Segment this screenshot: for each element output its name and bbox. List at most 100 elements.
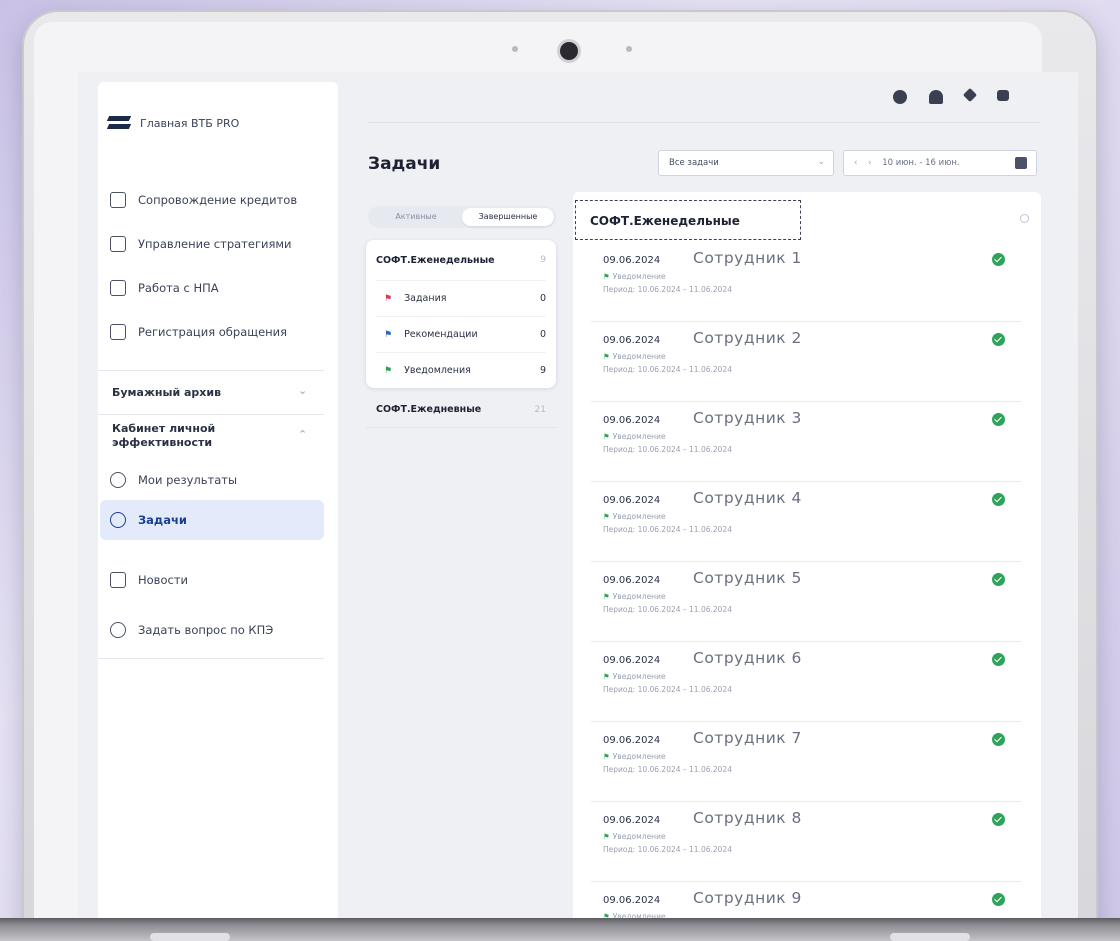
- task-date: 09.06.2024: [603, 895, 661, 906]
- task-employee: Сотрудник 9: [693, 889, 802, 907]
- task-employee: Сотрудник 4: [693, 489, 802, 507]
- settings-icon[interactable]: [893, 90, 907, 104]
- tab-active[interactable]: Активные: [370, 208, 462, 226]
- prev-week-icon[interactable]: ‹: [854, 158, 857, 168]
- task-list-panel: СОФТ.Еженедельные 09.06.2024 Сотрудник 1 ⚑…: [573, 192, 1041, 920]
- task-date: 09.06.2024: [603, 815, 661, 826]
- sidebar-item-question[interactable]: Задать вопрос по КПЭ: [110, 618, 273, 642]
- next-week-icon[interactable]: ›: [868, 158, 871, 168]
- camera-sensor-icon: [626, 46, 632, 52]
- task-period: Период: 10.06.2024 – 11.06.2024: [603, 765, 732, 774]
- chat-icon[interactable]: [997, 90, 1009, 101]
- task-filter-select[interactable]: Все задачи ⌄: [658, 150, 834, 176]
- sidebar: Главная ВТБ PRO Сопровождение кредитов У…: [98, 82, 338, 920]
- task-date: 09.06.2024: [603, 735, 661, 746]
- tab-completed[interactable]: Завершенные: [462, 208, 554, 226]
- task-row[interactable]: 09.06.2024 Сотрудник 4 ⚑ Уведомление Период:…: [591, 482, 1021, 562]
- subgroup-recommendations[interactable]: ⚑ Рекомендации 0: [376, 316, 546, 352]
- task-date: 09.06.2024: [603, 575, 661, 586]
- subgroup-label: Уведомления: [404, 365, 471, 376]
- logo-text: Главная ВТБ PRO: [140, 116, 240, 130]
- task-period: Период: 10.06.2024 – 11.06.2024: [603, 445, 732, 454]
- flag-icon: ⚑: [384, 293, 393, 304]
- group-daily[interactable]: СОФТ.Ежедневные 21: [366, 392, 556, 428]
- task-row[interactable]: 09.06.2024 Сотрудник 6 ⚑ Уведомление Период:…: [591, 642, 1021, 722]
- subgroup-label: Задания: [404, 293, 447, 304]
- list-title: СОФТ.Еженедельные: [575, 200, 801, 240]
- task-period: Период: 10.06.2024 – 11.06.2024: [603, 525, 732, 534]
- page-title: Задачи: [368, 154, 441, 174]
- subgroup-assignments[interactable]: ⚑ Задания 0: [376, 280, 546, 316]
- task-type-label: Уведомление: [612, 272, 666, 281]
- group-count: 9: [540, 255, 546, 265]
- check-circle-icon: [992, 653, 1005, 666]
- check-circle-icon: [992, 493, 1005, 506]
- task-type: ⚑ Уведомление: [603, 272, 666, 281]
- calendar-icon[interactable]: [1015, 157, 1027, 169]
- vtb-logo-icon: [108, 112, 130, 134]
- task-date: 09.06.2024: [603, 415, 661, 426]
- task-row[interactable]: 09.06.2024 Сотрудник 2 ⚑ Уведомление Период:…: [591, 322, 1021, 402]
- sliders-icon: [110, 236, 126, 252]
- header-divider: [368, 122, 1040, 123]
- user-icon[interactable]: [929, 90, 943, 104]
- task-employee: Сотрудник 1: [693, 249, 802, 267]
- document-alert-icon: [110, 324, 126, 340]
- sidebar-item-news[interactable]: Новости: [110, 568, 188, 592]
- task-date: 09.06.2024: [603, 495, 661, 506]
- check-circle-icon: [992, 253, 1005, 266]
- task-row[interactable]: 09.06.2024 Сотрудник 1 ⚑ Уведомление Период:…: [591, 242, 1021, 322]
- sidebar-item-label: Сопровождение кредитов: [138, 193, 298, 207]
- task-employee: Сотрудник 5: [693, 569, 802, 587]
- task-row[interactable]: 09.06.2024 Сотрудник 3 ⚑ Уведомление Период:…: [591, 402, 1021, 482]
- task-type: ⚑ Уведомление: [603, 832, 666, 841]
- chevron-down-icon[interactable]: ⌄: [298, 384, 307, 397]
- flag-icon: ⚑: [603, 512, 610, 521]
- lightbulb-icon: [110, 512, 126, 528]
- news-icon: [110, 572, 126, 588]
- task-type-label: Уведомление: [612, 592, 666, 601]
- check-circle-icon: [992, 813, 1005, 826]
- section-archive[interactable]: Бумажный архив: [112, 386, 221, 400]
- credits-icon: [110, 192, 126, 208]
- task-groups: СОФТ.Еженедельные 9 ⚑ Задания 0 ⚑ Рекоме…: [366, 240, 556, 428]
- chevron-up-icon[interactable]: ⌃: [298, 428, 307, 441]
- sidebar-item-label: Задачи: [138, 513, 187, 527]
- task-filter-value: Все задачи: [669, 158, 719, 168]
- sidebar-item-credits[interactable]: Сопровождение кредитов: [110, 188, 297, 212]
- sidebar-item-results[interactable]: Мои результаты: [110, 468, 237, 492]
- sidebar-item-registration[interactable]: Регистрация обращения: [110, 320, 287, 344]
- subgroup-count: 0: [539, 293, 546, 304]
- logo[interactable]: Главная ВТБ PRO: [108, 112, 239, 134]
- task-type-label: Уведомление: [612, 672, 666, 681]
- date-range-value: 10 июн. - 16 июн.: [882, 158, 960, 168]
- check-circle-icon: [992, 333, 1005, 346]
- task-row[interactable]: 09.06.2024 Сотрудник 5 ⚑ Уведомление Период:…: [591, 562, 1021, 642]
- task-date: 09.06.2024: [603, 255, 661, 266]
- task-row[interactable]: 09.06.2024 Сотрудник 7 ⚑ Уведомление Период:…: [591, 722, 1021, 802]
- task-type-label: Уведомление: [612, 832, 666, 841]
- graduation-cap-icon[interactable]: [962, 87, 978, 103]
- date-range-picker[interactable]: ‹ › 10 июн. - 16 июн.: [843, 150, 1037, 176]
- search-icon[interactable]: [1020, 214, 1029, 223]
- sidebar-divider: [98, 658, 324, 659]
- app-screen: Главная ВТБ PRO Сопровождение кредитов У…: [78, 72, 1078, 920]
- group-weekly[interactable]: СОФТ.Еженедельные 9 ⚑ Задания 0 ⚑ Рекоме…: [366, 240, 556, 388]
- task-employee: Сотрудник 2: [693, 329, 802, 347]
- sidebar-item-tasks[interactable]: Задачи: [110, 508, 187, 532]
- task-row[interactable]: 09.06.2024 Сотрудник 8 ⚑ Уведомление Период:…: [591, 802, 1021, 882]
- flag-icon: ⚑: [603, 352, 610, 361]
- bank-icon: [110, 280, 126, 296]
- pie-chart-icon: [110, 472, 126, 488]
- subgroup-label: Рекомендации: [404, 329, 478, 340]
- task-type: ⚑ Уведомление: [603, 352, 666, 361]
- sidebar-item-strategies[interactable]: Управление стратегиями: [110, 232, 292, 256]
- subgroup-notifications[interactable]: ⚑ Уведомления 9: [376, 352, 546, 388]
- section-kpe[interactable]: Кабинет личной эффективности: [112, 422, 232, 450]
- task-date: 09.06.2024: [603, 655, 661, 666]
- task-period: Период: 10.06.2024 – 11.06.2024: [603, 845, 732, 854]
- task-period: Период: 10.06.2024 – 11.06.2024: [603, 285, 732, 294]
- sidebar-item-label: Управление стратегиями: [138, 237, 292, 251]
- sidebar-item-npa[interactable]: Работа с НПА: [110, 276, 219, 300]
- task-row[interactable]: 09.06.2024Сотрудник 9⚑УведомлениеПериод:…: [591, 882, 1021, 920]
